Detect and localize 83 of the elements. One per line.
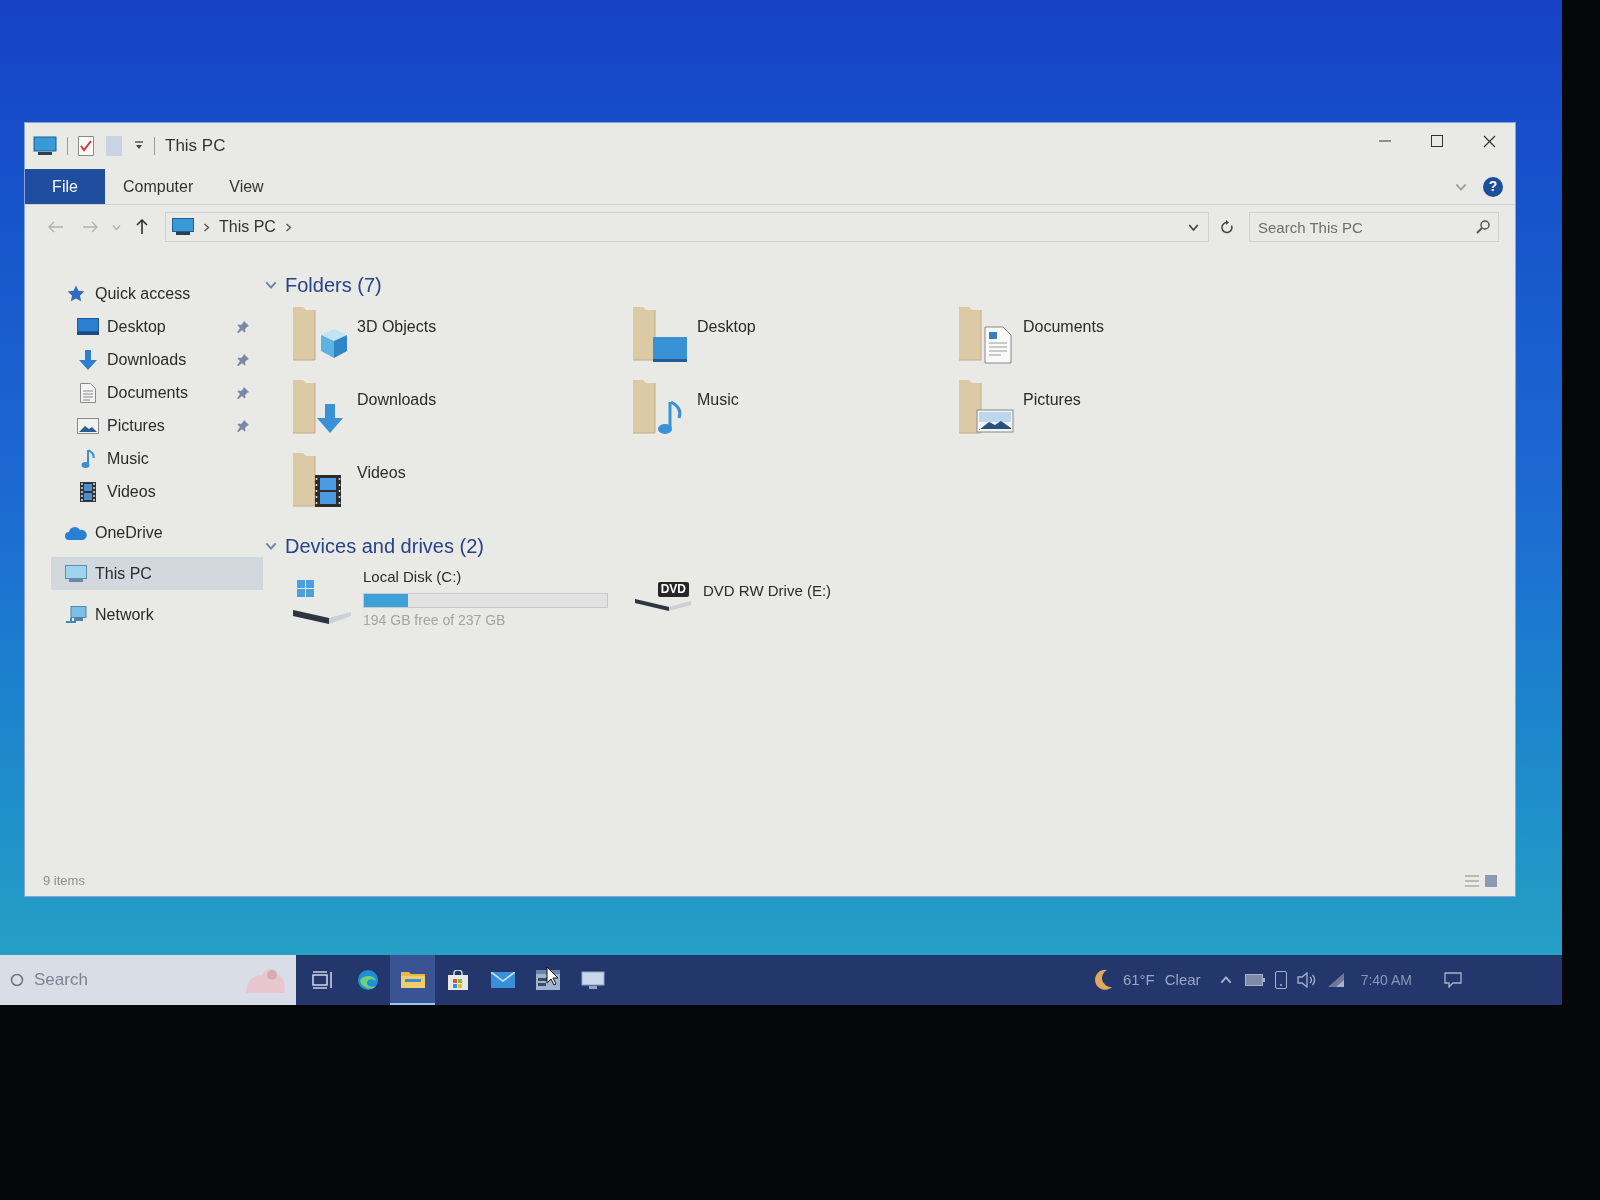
folder-tile[interactable]: Pictures (957, 378, 1081, 438)
sidebar-item[interactable]: Quick access (51, 277, 263, 310)
file-menu-tab[interactable]: File (25, 169, 105, 204)
tiles-view-icon (1485, 875, 1497, 887)
breadcrumb-item[interactable]: This PC (219, 215, 276, 239)
folder-tile[interactable]: Documents (957, 305, 1104, 365)
chevron-right-icon (202, 222, 211, 232)
browser-icon (356, 969, 379, 991)
page-icon (106, 136, 122, 156)
arrow-left-icon (48, 221, 64, 233)
chevron-right-icon (283, 222, 293, 232)
item-count: 9 items (43, 872, 85, 891)
minimize-icon (1379, 140, 1391, 142)
task-view-icon (311, 971, 334, 989)
monitor-icon (77, 318, 99, 335)
clock-text: 7:40 AM (1360, 970, 1412, 990)
temperature-text: 61°F (1122, 969, 1155, 990)
sidebar-item[interactable]: Documents (51, 376, 263, 409)
taskbar-button[interactable] (390, 955, 435, 1005)
drive-name: DVD RW Drive (E:) (703, 581, 832, 601)
caret-down-icon (134, 141, 144, 151)
group-header[interactable]: Folders (7) (265, 269, 386, 301)
monitor-icon (580, 971, 605, 989)
shopping-bag-icon (446, 970, 469, 990)
network-icon (65, 605, 87, 624)
sidebar-item[interactable]: Music (51, 442, 263, 475)
sidebar-item[interactable]: Videos (51, 475, 263, 508)
sidebar-item[interactable]: Pictures (51, 409, 263, 442)
document-icon (80, 382, 96, 403)
help-button[interactable]: ? (1483, 176, 1503, 197)
folder-tile[interactable]: Videos (291, 451, 406, 511)
envelope-icon (490, 972, 515, 988)
dvd-label: DVD (657, 582, 689, 597)
music-note-icon (81, 448, 95, 469)
caret-up-icon (1219, 974, 1232, 986)
monitor-icon (33, 136, 57, 156)
monitor-icon (65, 565, 87, 582)
arrow-right-icon (82, 221, 98, 233)
star-icon (67, 285, 85, 302)
battery-icon (1244, 974, 1265, 986)
picture-icon (77, 417, 99, 434)
signal-icon (1326, 972, 1345, 988)
chevron-down-icon (111, 222, 121, 232)
notification-icon (1444, 972, 1462, 988)
drive-name: Local Disk (C:) (363, 567, 462, 587)
search-icon (1476, 220, 1490, 234)
details-view-icon (1465, 875, 1479, 887)
search-icon (10, 973, 24, 987)
sidebar-item[interactable]: This PC (51, 557, 263, 590)
monitor-icon (172, 218, 194, 236)
maximize-icon (1431, 135, 1443, 147)
film-strip-icon (80, 481, 96, 502)
close-icon (1482, 134, 1496, 148)
arrow-up-icon (136, 219, 148, 235)
folder-icon (400, 970, 425, 988)
sidebar-item[interactable]: Desktop (51, 310, 263, 343)
address-bar[interactable]: This PC (165, 212, 1209, 242)
window-title: This PC (165, 135, 226, 158)
drive-space-text: 194 GB free of 237 GB (363, 610, 506, 630)
group-header[interactable]: Devices and drives (2) (265, 530, 488, 562)
folder-with-screen-icon (631, 305, 689, 365)
ribbon-tab[interactable]: Computer (105, 169, 212, 204)
refresh-icon (1220, 219, 1234, 235)
mouse-pointer-icon (546, 966, 559, 986)
sidebar-item[interactable]: Downloads (51, 343, 263, 376)
phone-icon (1274, 971, 1287, 989)
sidebar-item[interactable]: OneDrive (51, 516, 263, 549)
cloud-icon (65, 525, 87, 540)
sidebar-item[interactable]: Network (51, 598, 263, 631)
down-arrow-icon (78, 349, 98, 370)
taskbar-search-field[interactable]: Search (0, 955, 296, 1005)
optical-drive-icon (633, 597, 693, 613)
folder-tile[interactable]: Downloads (291, 378, 437, 438)
checklist-icon (78, 136, 94, 156)
folder-tile[interactable]: Desktop (631, 305, 756, 365)
moon-icon (1092, 969, 1113, 991)
folder-with-document-icon (957, 305, 1015, 365)
search-field[interactable]: Search This PC (1249, 212, 1499, 242)
folder-tile[interactable]: 3D Objects (291, 305, 437, 365)
folder-tile[interactable]: Music (631, 378, 739, 438)
ribbon-tab[interactable]: View (211, 169, 282, 204)
weather-condition-text: Clear (1164, 969, 1201, 990)
speaker-icon (1296, 972, 1317, 988)
